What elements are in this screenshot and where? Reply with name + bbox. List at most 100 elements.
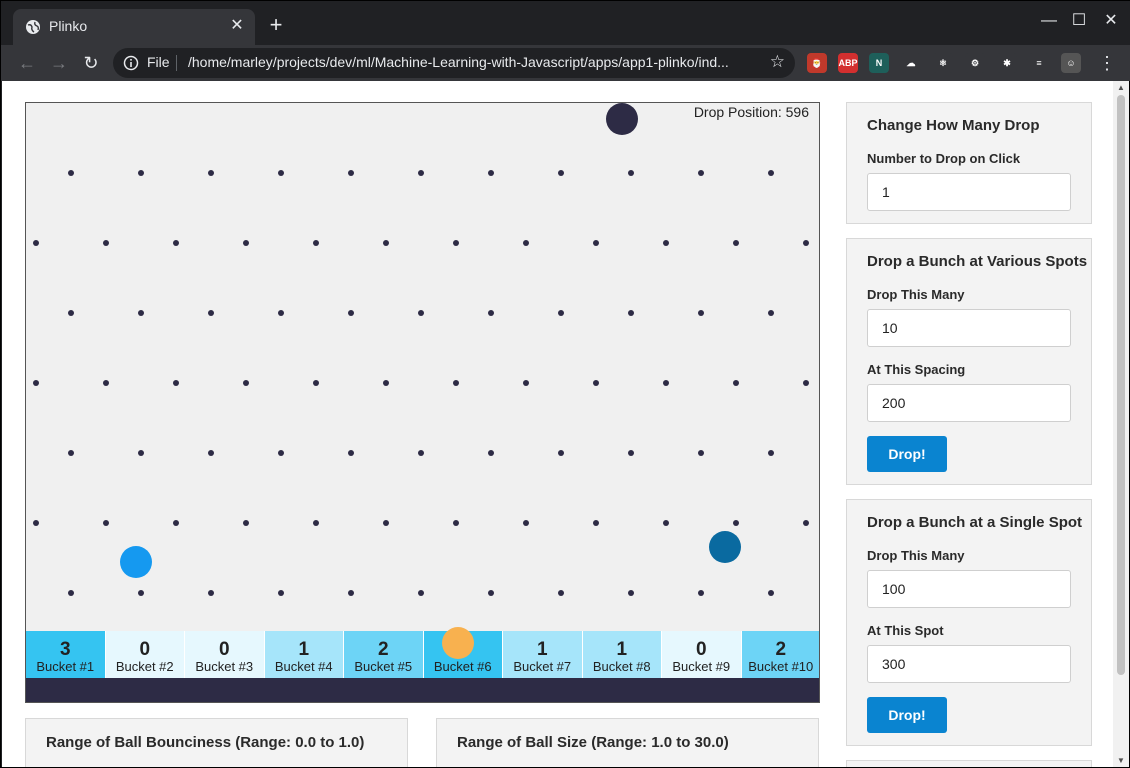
peg xyxy=(208,310,214,316)
omnibox-divider xyxy=(176,55,177,71)
peg xyxy=(278,450,284,456)
santa-extension-icon[interactable]: 🎅 xyxy=(807,53,827,73)
react-devtools-icon[interactable]: ⚛ xyxy=(933,53,953,73)
bucket-count: 1 xyxy=(536,639,548,660)
drop-count-input[interactable] xyxy=(867,570,1071,608)
bucket-count: 3 xyxy=(59,639,71,660)
drop-single-button[interactable]: Drop! xyxy=(867,697,947,733)
bucket-count: 2 xyxy=(377,639,389,660)
cloud-extension-icon[interactable]: ☁ xyxy=(901,53,921,73)
spacing-input[interactable] xyxy=(867,384,1071,422)
browser-toolbar: ← → ↻ File /home/marley/projects/dev/ml/… xyxy=(1,45,1130,81)
adblock-icon[interactable]: ABP xyxy=(838,53,858,73)
peg xyxy=(803,240,809,246)
peg xyxy=(453,380,459,386)
peg xyxy=(558,590,564,596)
drop-various-button[interactable]: Drop! xyxy=(867,436,947,472)
spot-input[interactable] xyxy=(867,645,1071,683)
peg xyxy=(628,590,634,596)
drop-marker-ball xyxy=(606,103,638,135)
bucket-10: 2 Bucket #10 xyxy=(741,631,819,678)
drop-count-input[interactable] xyxy=(867,309,1071,347)
various-spots-panel: Drop a Bunch at Various Spots Drop This … xyxy=(846,238,1092,485)
peg xyxy=(418,310,424,316)
bookmark-star-icon[interactable]: ☆ xyxy=(770,52,785,72)
panel-title: Drop a Bunch at a Single Spot xyxy=(867,514,1083,531)
landed-ball-orange xyxy=(442,627,474,659)
peg xyxy=(768,590,774,596)
menu-icon[interactable]: ⋮ xyxy=(1095,51,1119,75)
scroll-up-icon[interactable]: ▲ xyxy=(1116,83,1126,92)
maximize-icon[interactable]: ☐ xyxy=(1069,11,1089,31)
peg xyxy=(33,240,39,246)
peg xyxy=(523,520,529,526)
peg xyxy=(103,240,109,246)
spot-label: At This Spot xyxy=(867,623,944,638)
peg xyxy=(208,590,214,596)
peg xyxy=(523,240,529,246)
scroll-down-icon[interactable]: ▼ xyxy=(1116,756,1126,765)
media-queue-icon[interactable]: ≡ xyxy=(1029,53,1049,73)
peg xyxy=(68,590,74,596)
url-text[interactable]: /home/marley/projects/dev/ml/Machine-Lea… xyxy=(188,54,758,70)
tab-plinko[interactable]: Plinko ✕ xyxy=(13,9,255,45)
drop-count-label: Drop This Many xyxy=(867,287,965,302)
peg xyxy=(348,170,354,176)
peg xyxy=(558,170,564,176)
close-tab-icon[interactable]: ✕ xyxy=(229,18,245,34)
peg xyxy=(768,170,774,176)
bucket-4: 1 Bucket #4 xyxy=(264,631,344,678)
peg xyxy=(383,240,389,246)
back-icon[interactable]: ← xyxy=(15,51,39,75)
reload-icon[interactable]: ↻ xyxy=(79,51,103,75)
scroll-thumb[interactable] xyxy=(1117,95,1125,675)
peg xyxy=(348,310,354,316)
gears-extension-icon[interactable]: ⚙ xyxy=(965,53,985,73)
peg xyxy=(453,520,459,526)
peg xyxy=(558,310,564,316)
number-to-drop-label: Number to Drop on Click xyxy=(867,151,1021,166)
peg xyxy=(803,380,809,386)
puzzle-extensions-icon[interactable]: ✱ xyxy=(997,53,1017,73)
globe-icon xyxy=(26,20,40,34)
minimize-icon[interactable]: — xyxy=(1039,11,1059,31)
peg xyxy=(138,590,144,596)
peg xyxy=(348,450,354,456)
bucket-label: Bucket #6 xyxy=(433,659,492,674)
profile-avatar-icon[interactable]: ☺ xyxy=(1061,53,1081,73)
bucket-5: 2 Bucket #5 xyxy=(344,631,424,678)
peg xyxy=(418,450,424,456)
peg xyxy=(488,450,494,456)
peg xyxy=(68,170,74,176)
peg xyxy=(488,590,494,596)
address-bar[interactable]: File /home/marley/projects/dev/ml/Machin… xyxy=(113,48,795,78)
peg xyxy=(278,590,284,596)
peg xyxy=(383,380,389,386)
peg xyxy=(33,380,39,386)
close-window-icon[interactable]: ✕ xyxy=(1101,11,1121,31)
peg xyxy=(733,380,739,386)
peg xyxy=(628,170,634,176)
forward-icon[interactable]: → xyxy=(47,51,71,75)
bucket-2: 0 Bucket #2 xyxy=(105,631,185,678)
bucket-label: Bucket #5 xyxy=(354,659,413,674)
peg xyxy=(733,520,739,526)
bucket-label: Bucket #8 xyxy=(592,659,651,674)
ball-size-panel: Range of Ball Size (Range: 1.0 to 30.0) xyxy=(436,718,819,767)
info-icon[interactable] xyxy=(123,55,139,71)
number-to-drop-input[interactable] xyxy=(867,173,1071,211)
bucket-8: 1 Bucket #8 xyxy=(582,631,662,678)
peg xyxy=(33,520,39,526)
peg xyxy=(103,520,109,526)
bucket-count: 0 xyxy=(139,639,151,660)
peg xyxy=(208,170,214,176)
bucket-9: 0 Bucket #9 xyxy=(662,631,742,678)
peg xyxy=(803,520,809,526)
new-tab-icon[interactable]: + xyxy=(265,14,287,36)
peg xyxy=(68,310,74,316)
bucket-7: 1 Bucket #7 xyxy=(503,631,583,678)
peg xyxy=(208,450,214,456)
plinko-board[interactable]: Drop Position: 596 3 Bucket #1 0 Bucket #2 0… xyxy=(25,102,820,703)
page-scrollbar[interactable]: ▲ ▼ xyxy=(1113,81,1129,767)
n-extension-icon[interactable]: N xyxy=(869,53,889,73)
